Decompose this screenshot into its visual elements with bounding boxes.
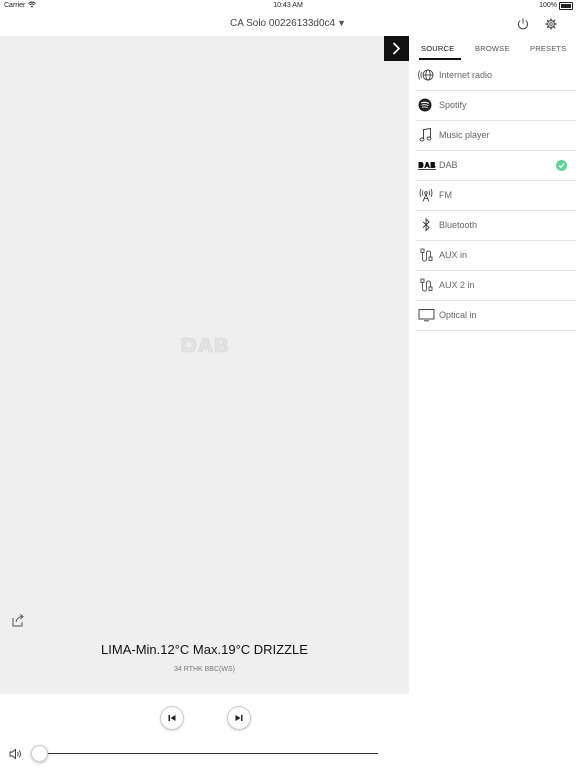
dab-icon xyxy=(418,158,436,172)
status-time: 10:43 AM xyxy=(273,2,303,9)
source-label: AUX 2 in xyxy=(439,280,475,290)
source-item-music-player[interactable]: Music player xyxy=(416,121,576,151)
volume-slider-thumb[interactable] xyxy=(31,745,48,762)
playback-controls xyxy=(0,694,409,768)
source-label: Internet radio xyxy=(439,70,493,80)
fm-antenna-icon xyxy=(418,188,434,202)
chevron-right-icon xyxy=(392,42,401,55)
source-item-fm[interactable]: FM xyxy=(416,181,576,211)
next-button[interactable] xyxy=(227,706,251,730)
source-item-dab[interactable]: DAB xyxy=(416,151,576,181)
device-name: CA Solo 00226133d0c4 xyxy=(229,18,336,29)
source-label: FM xyxy=(439,190,452,200)
source-label: Optical in xyxy=(439,310,477,320)
volume-slider-track[interactable] xyxy=(38,753,378,754)
source-panel: SOURCE BROWSE PRESETS Internet radio Spo… xyxy=(409,36,576,768)
source-label: DAB xyxy=(439,160,458,170)
station-name: 34 RTHK BBC(WS) xyxy=(174,666,235,673)
internet-radio-icon xyxy=(418,68,434,82)
now-playing-area: LIMA-Min.12°C Max.19°C DRIZZLE 34 RTHK B… xyxy=(0,36,409,694)
aux-cable-icon xyxy=(418,248,434,262)
source-item-optical-in[interactable]: Optical in xyxy=(416,301,576,331)
spotify-icon xyxy=(418,98,434,112)
source-label: Spotify xyxy=(439,100,467,110)
source-item-aux-in[interactable]: AUX in xyxy=(416,241,576,271)
skip-next-icon xyxy=(235,715,243,721)
selected-check-icon xyxy=(556,160,567,171)
power-button[interactable] xyxy=(516,17,530,31)
power-icon xyxy=(517,18,529,30)
tab-presets[interactable]: PRESETS xyxy=(530,44,566,53)
device-selector[interactable]: CA Solo 00226133d0c4 ▼ xyxy=(0,18,576,29)
gear-icon xyxy=(545,18,557,30)
settings-button[interactable] xyxy=(544,17,558,31)
bluetooth-icon xyxy=(418,217,434,232)
track-title: LIMA-Min.12°C Max.19°C DRIZZLE xyxy=(101,642,308,657)
source-list: Internet radio Spotify Music player DAB … xyxy=(416,61,576,331)
music-note-icon xyxy=(418,127,434,142)
volume-icon xyxy=(9,747,23,760)
source-item-internet-radio[interactable]: Internet radio xyxy=(416,61,576,91)
chevron-down-icon: ▼ xyxy=(337,18,346,28)
active-tab-indicator xyxy=(419,58,461,60)
source-item-bluetooth[interactable]: Bluetooth xyxy=(416,211,576,241)
collapse-panel-button[interactable] xyxy=(384,36,409,61)
aux-cable-icon xyxy=(418,278,434,292)
tab-browse[interactable]: BROWSE xyxy=(475,44,510,53)
header: CA Solo 00226133d0c4 ▼ xyxy=(0,12,576,36)
tab-source[interactable]: SOURCE xyxy=(421,44,454,53)
share-icon xyxy=(12,614,24,627)
source-label: AUX in xyxy=(439,250,468,260)
dab-logo-icon xyxy=(180,336,230,354)
source-item-spotify[interactable]: Spotify xyxy=(416,91,576,121)
panel-tabs: SOURCE BROWSE PRESETS xyxy=(409,36,576,60)
source-label: Music player xyxy=(439,130,490,140)
previous-button[interactable] xyxy=(160,706,184,730)
source-item-aux-2-in[interactable]: AUX 2 in xyxy=(416,271,576,301)
battery-icon xyxy=(559,2,573,10)
status-bar: Carrier 10:43 AM 100% xyxy=(0,0,576,12)
source-label: Bluetooth xyxy=(439,220,478,230)
battery-percent: 100% xyxy=(539,2,557,9)
optical-tv-icon xyxy=(418,308,435,322)
skip-previous-icon xyxy=(168,715,176,721)
share-button[interactable] xyxy=(10,612,26,628)
